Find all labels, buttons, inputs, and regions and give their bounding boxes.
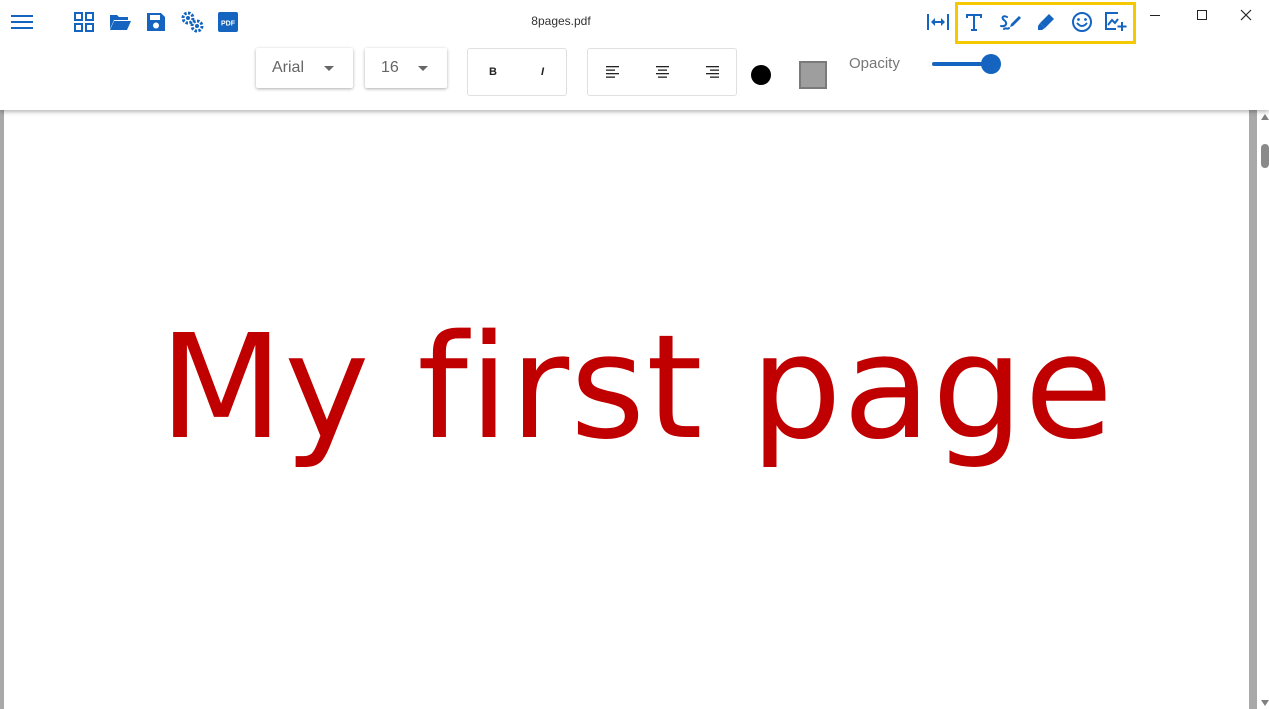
add-image-icon[interactable] xyxy=(1100,7,1130,37)
page-text[interactable]: My first page xyxy=(159,315,1114,459)
fill-color-picker[interactable] xyxy=(799,61,827,89)
italic-button[interactable]: I xyxy=(518,49,567,95)
font-size-value: 16 xyxy=(381,59,399,76)
align-center-button[interactable] xyxy=(638,49,688,95)
align-right-button[interactable] xyxy=(688,49,737,95)
bold-icon: B xyxy=(489,66,497,78)
text-color-picker[interactable] xyxy=(751,65,771,85)
font-family-value: Arial xyxy=(272,59,305,76)
save-icon[interactable] xyxy=(141,7,171,37)
signature-icon[interactable] xyxy=(995,7,1025,37)
settings-icon[interactable] xyxy=(177,7,207,37)
chevron-down-icon xyxy=(324,66,334,71)
toolbar: PDF 8pages.pdf Arial 16 B I Opacity xyxy=(0,0,1269,110)
style-button-group: B I xyxy=(467,48,567,96)
scroll-up-icon[interactable] xyxy=(1261,114,1269,120)
align-right-icon xyxy=(705,66,719,78)
close-button[interactable] xyxy=(1223,0,1269,30)
scrollbar-thumb[interactable] xyxy=(1261,144,1269,168)
grid-view-icon[interactable] xyxy=(69,7,99,37)
font-size-select[interactable]: 16 xyxy=(365,48,447,88)
pdf-icon[interactable]: PDF xyxy=(213,7,243,37)
italic-icon: I xyxy=(540,66,545,78)
highlight-pen-icon[interactable] xyxy=(1031,7,1061,37)
scroll-down-icon[interactable] xyxy=(1261,700,1269,706)
scrollbar-track[interactable] xyxy=(1249,110,1257,709)
opacity-label: Opacity xyxy=(849,55,900,72)
align-left-button[interactable] xyxy=(588,49,638,95)
fit-width-icon[interactable] xyxy=(923,7,953,37)
opacity-slider-thumb[interactable] xyxy=(981,54,1001,74)
align-center-icon xyxy=(656,66,669,78)
text-tool-icon[interactable] xyxy=(959,7,989,37)
pdf-page: My first page xyxy=(4,110,1247,709)
chevron-down-icon xyxy=(418,66,428,71)
document-viewer: My first page xyxy=(0,110,1269,709)
svg-text:PDF: PDF xyxy=(221,21,236,28)
minimize-button[interactable] xyxy=(1132,0,1178,30)
align-left-icon xyxy=(606,66,619,78)
emoji-icon[interactable] xyxy=(1067,7,1097,37)
maximize-button[interactable] xyxy=(1179,0,1225,30)
alignment-button-group xyxy=(587,48,737,96)
font-family-select[interactable]: Arial xyxy=(256,48,353,88)
folder-open-icon[interactable] xyxy=(105,7,135,37)
document-title: 8pages.pdf xyxy=(531,14,591,28)
bold-button[interactable]: B xyxy=(468,49,518,95)
app-window: PDF 8pages.pdf Arial 16 B I Opacity My f… xyxy=(0,0,1269,709)
menu-icon[interactable] xyxy=(7,7,37,37)
